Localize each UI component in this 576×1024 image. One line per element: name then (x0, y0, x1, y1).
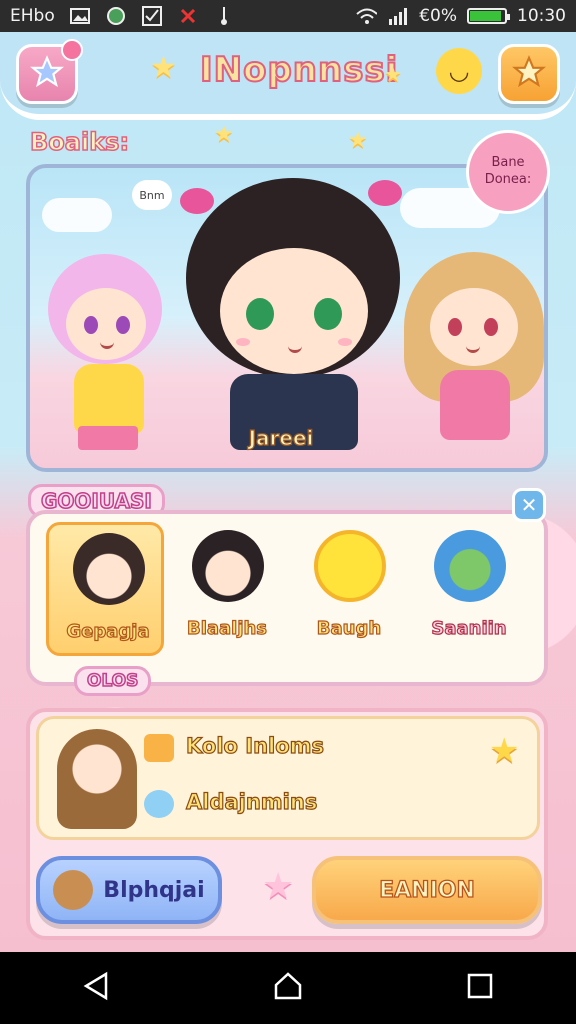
friend-label: Gepagja (66, 620, 150, 642)
home-button[interactable] (258, 958, 318, 1018)
face-icon (144, 734, 174, 762)
clock: 10:30 (517, 6, 566, 26)
character-left[interactable] (40, 254, 170, 464)
character-eye (484, 318, 498, 336)
bear-icon (53, 870, 94, 910)
system-navigation-bar (0, 952, 576, 1024)
battery-icon (467, 8, 510, 24)
action-button[interactable]: EANION (312, 856, 542, 924)
image-icon (69, 7, 91, 25)
recents-button[interactable] (450, 958, 510, 1018)
character-blush (338, 338, 352, 346)
notification-badge (61, 39, 83, 61)
star-decoration-icon: ★ (150, 50, 177, 85)
character-eye (116, 316, 130, 334)
friend-item[interactable]: Blaaljhs (168, 522, 286, 656)
favorites-button[interactable] (16, 39, 83, 104)
rewards-button[interactable] (498, 44, 560, 104)
pin-icon (213, 7, 235, 25)
hair-bow (368, 180, 402, 206)
speech-bubble[interactable]: Bane Donea: (466, 130, 550, 214)
character-body (440, 370, 510, 440)
list-character-avatar (57, 729, 137, 829)
wifi-icon (355, 7, 378, 25)
character-right[interactable] (404, 252, 544, 462)
close-icon (177, 7, 199, 25)
friend-label: Saaniin (431, 617, 507, 639)
character-face (66, 288, 146, 360)
profile-button[interactable]: Blphqjai (36, 856, 222, 924)
status-bar: EHbo €0% 10:30 (0, 0, 576, 32)
back-button[interactable] (66, 958, 126, 1018)
friend-item[interactable]: Gepagja (46, 522, 164, 656)
star-icon (29, 55, 65, 93)
star-decoration-icon: ★ (348, 128, 368, 153)
globe-icon (105, 7, 127, 25)
characters-section-label: Boaiks: (29, 127, 130, 157)
character-face (220, 248, 368, 374)
home-icon (273, 971, 303, 1005)
character-skirt (78, 426, 138, 450)
friend-avatar (434, 530, 506, 602)
close-icon: ✕ (520, 493, 538, 517)
featured-character-name: Jareei (248, 425, 314, 450)
list-row-2[interactable]: Aldajnmins (185, 789, 318, 814)
checkbox-icon (141, 6, 163, 26)
character-eye (314, 298, 342, 330)
friend-avatar (73, 533, 145, 605)
character-face (430, 288, 518, 366)
friend-avatar (192, 530, 264, 602)
character-eye (246, 298, 274, 330)
hair-bow (180, 188, 214, 214)
square-icon (467, 973, 493, 1003)
profile-button-label: Blphqjai (103, 877, 205, 903)
character-blush (236, 338, 250, 346)
signal-icon (387, 7, 409, 25)
character-eye (84, 316, 98, 334)
friend-label: Baugh (316, 617, 382, 639)
list-row-1[interactable]: Kolo Inloms (185, 733, 324, 758)
speech-bubble-line2: Donea: (484, 172, 532, 187)
character-body (74, 364, 144, 434)
close-button[interactable]: ✕ (512, 488, 546, 522)
star-decoration-icon: ★ (384, 62, 402, 86)
friend-item[interactable]: Saaniin (410, 522, 528, 656)
cloud-decoration (42, 198, 112, 232)
character-eye (448, 318, 462, 336)
friend-avatar (314, 530, 386, 602)
back-triangle-icon (82, 971, 110, 1005)
app-title: INopnnssi (199, 49, 399, 91)
smiley-icon: ◡ (436, 48, 482, 94)
star-decoration-icon: ★ (262, 866, 295, 907)
character-featured[interactable] (180, 168, 410, 468)
carrier-label: EHbo (10, 6, 55, 26)
thought-bubble: Bnm (132, 180, 172, 210)
star-icon[interactable]: ★ (489, 731, 519, 771)
star-icon (511, 55, 547, 93)
star-decoration-icon: ★ (214, 122, 234, 147)
friend-item[interactable]: Baugh (290, 522, 408, 656)
battery-percent: €0% (419, 6, 457, 26)
speech-bubble-line1: Bane (491, 155, 525, 171)
header-bar: INopnnssi ◡ (0, 32, 576, 120)
pet-icon (144, 790, 174, 818)
friend-label: Blaaljhs (186, 617, 268, 639)
friends-footer-pill: OLOS (74, 666, 152, 696)
